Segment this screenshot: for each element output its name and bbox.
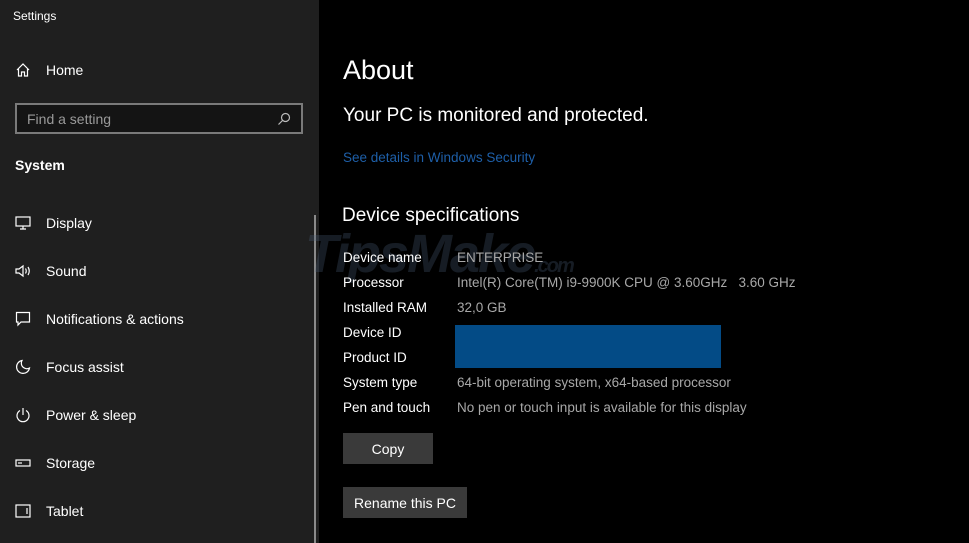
spec-row-pen-touch: Pen and touch No pen or touch input is av… [343,400,747,415]
moon-icon [16,359,31,374]
spec-row-device-name: Device name ENTERPRISE [343,250,543,265]
app-title: Settings [13,9,57,23]
spec-value: ENTERPRISE [457,250,544,265]
search-icon[interactable] [277,112,291,126]
redaction-box [455,325,721,368]
speaker-icon [15,264,30,278]
sidebar-item-label: Tablet [46,503,84,519]
sidebar-item-storage[interactable]: Storage [15,455,95,471]
spec-label: Installed RAM [343,300,428,315]
sidebar-item-label: Power & sleep [46,407,137,423]
spec-row-system-type: System type 64-bit operating system, x64-… [343,375,731,390]
spec-label: Device ID [343,325,402,340]
storage-icon [15,459,31,467]
sidebar: Settings Home Find a setting System Disp… [0,0,319,543]
spec-label: Processor [343,275,404,290]
home-label: Home [46,62,84,78]
notification-icon [15,311,31,327]
spec-row-ram: Installed RAM 32,0 GB [343,300,507,315]
tablet-icon [15,504,31,518]
sidebar-item-label: Sound [46,263,87,279]
home-nav[interactable]: Home [15,62,83,78]
monitor-icon [15,216,31,230]
protection-status: Your PC is monitored and protected. [343,105,649,126]
rename-pc-button[interactable]: Rename this PC [343,487,467,518]
spec-row-device-id: Device ID [343,325,457,340]
home-icon [16,63,30,77]
windows-security-link[interactable]: See details in Windows Security [343,150,535,165]
power-icon [16,408,30,423]
search-input[interactable]: Find a setting [15,103,303,134]
spec-value: Intel(R) Core(TM) i9-9900K CPU @ 3.60GHz… [457,275,796,290]
spec-value: 64-bit operating system, x64-based proce… [457,375,731,390]
spec-row-processor: Processor Intel(R) Core(TM) i9-9900K CPU … [343,275,796,290]
page-title: About [343,55,414,85]
spec-row-product-id: Product ID [343,350,457,365]
spec-label: Product ID [343,350,407,365]
sidebar-item-focus-assist[interactable]: Focus assist [15,359,124,375]
spec-label: System type [343,375,418,390]
sidebar-item-power-sleep[interactable]: Power & sleep [15,407,136,423]
sidebar-item-display[interactable]: Display [15,215,92,231]
sidebar-item-sound[interactable]: Sound [15,263,86,279]
sidebar-item-tablet[interactable]: Tablet [15,503,83,519]
sidebar-item-label: Storage [46,455,96,471]
sidebar-item-notifications[interactable]: Notifications & actions [15,311,184,327]
spec-label: Device name [343,250,422,265]
spec-value: 32,0 GB [457,300,507,315]
specs-heading: Device specifications [342,205,520,226]
sidebar-item-label: Notifications & actions [46,311,184,327]
copy-button[interactable]: Copy [343,433,433,464]
spec-value: No pen or touch input is available for t… [457,400,747,415]
search-placeholder: Find a setting [27,110,112,127]
sidebar-item-label: Display [46,215,92,231]
spec-label: Pen and touch [343,400,431,415]
sidebar-item-label: Focus assist [46,359,124,375]
section-heading: System [15,157,65,173]
